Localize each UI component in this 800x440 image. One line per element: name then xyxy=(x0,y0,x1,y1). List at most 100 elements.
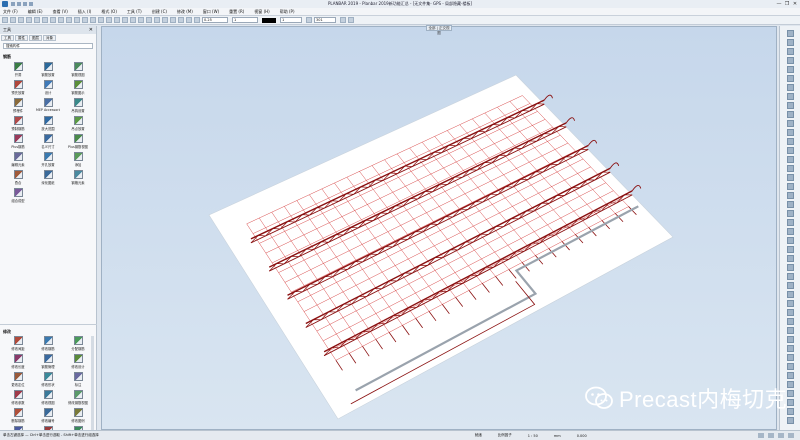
right-tool-icon[interactable] xyxy=(787,138,794,145)
measure-icon[interactable] xyxy=(122,17,128,23)
menu-tools[interactable]: 工具 (T) xyxy=(127,9,142,15)
right-tool-icon[interactable] xyxy=(787,246,794,253)
layer-select[interactable]: 301 xyxy=(314,17,336,23)
menu-insert[interactable]: 插入 (I) xyxy=(78,9,92,15)
palette-tab-layers[interactable]: 图层 xyxy=(29,34,42,41)
right-tool-icon[interactable] xyxy=(787,327,794,334)
right-tool-icon[interactable] xyxy=(787,39,794,46)
right-tool-icon[interactable] xyxy=(787,192,794,199)
menu-modify[interactable]: 修改 (M) xyxy=(177,9,193,15)
rebar-tool[interactable]: 开孔放置 xyxy=(36,152,60,167)
grid-indicator-icon[interactable] xyxy=(778,433,784,438)
pan-icon[interactable] xyxy=(98,17,104,23)
right-tool-icon[interactable] xyxy=(787,399,794,406)
palette-tab-objects[interactable]: 对象 xyxy=(43,34,56,41)
right-tool-icon[interactable] xyxy=(787,273,794,280)
right-tool-icon[interactable] xyxy=(787,120,794,127)
rebar-tool[interactable]: 预埋件 xyxy=(6,98,30,113)
rebar-tool[interactable]: 预制钢筋 xyxy=(6,116,30,131)
right-tool-icon[interactable] xyxy=(787,219,794,226)
track-indicator-icon[interactable] xyxy=(788,433,794,438)
right-tool-icon[interactable] xyxy=(787,165,794,172)
fileset-icon[interactable] xyxy=(82,17,88,23)
settings-icon[interactable] xyxy=(186,17,192,23)
status-scale[interactable]: 1 : 50 xyxy=(528,434,538,438)
rebar-tool[interactable]: MEP Accessories xyxy=(36,98,60,113)
undo-toolbar-icon[interactable] xyxy=(58,17,64,23)
rebar-tool[interactable]: 设计 xyxy=(36,80,60,95)
ortho-indicator-icon[interactable] xyxy=(768,433,774,438)
color-swatch[interactable] xyxy=(262,17,276,23)
maximize-button[interactable]: ❐ xyxy=(784,1,790,7)
modify-tool[interactable]: 标注 xyxy=(66,372,90,387)
modify-tool[interactable]: 修改图例 xyxy=(66,408,90,423)
right-tool-icon[interactable] xyxy=(787,228,794,235)
right-tool-icon[interactable] xyxy=(787,282,794,289)
right-tool-icon[interactable] xyxy=(787,237,794,244)
palette-tab-tools[interactable]: 工具 xyxy=(1,34,14,41)
right-tool-icon[interactable] xyxy=(787,147,794,154)
right-tool-icon[interactable] xyxy=(787,30,794,37)
right-tool-icon[interactable] xyxy=(787,372,794,379)
rebar-tool[interactable]: 钢筋放置 xyxy=(36,62,60,77)
right-tool-icon[interactable] xyxy=(787,390,794,397)
rebar-tool[interactable]: 吊钩设置 xyxy=(66,98,90,113)
menu-help[interactable]: 帮助 (P) xyxy=(280,9,295,15)
properties-icon[interactable] xyxy=(114,17,120,23)
menu-viewport[interactable]: 视窗 (H) xyxy=(254,9,269,15)
rebar-tool[interactable]: 编辑元素 xyxy=(6,152,30,167)
save-toolbar-icon[interactable] xyxy=(18,17,24,23)
right-tool-icon[interactable] xyxy=(787,255,794,262)
modify-tool[interactable]: 修改长度 xyxy=(6,354,30,369)
zoom-icon[interactable] xyxy=(90,17,96,23)
rebar-tool[interactable]: 吊点放置 xyxy=(66,116,90,131)
modify-tool[interactable]: 修改参数 xyxy=(6,390,30,405)
viewport-tab[interactable]: 全部 | 正交视图 xyxy=(426,25,452,35)
right-tool-icon[interactable] xyxy=(787,48,794,55)
status-angle[interactable]: 0.000 xyxy=(577,434,587,438)
right-tool-icon[interactable] xyxy=(787,291,794,298)
right-tool-icon[interactable] xyxy=(787,210,794,217)
right-tool-icon[interactable] xyxy=(787,201,794,208)
format-icon[interactable] xyxy=(340,17,346,23)
right-tool-icon[interactable] xyxy=(787,309,794,316)
status-unit[interactable]: mm xyxy=(554,434,561,438)
modify-tool[interactable]: 删除钢筋 xyxy=(6,408,30,423)
modify-tool[interactable]: 更改定位 xyxy=(6,372,30,387)
modify-tool[interactable]: 修改视图 xyxy=(36,390,60,405)
wizard-icon[interactable] xyxy=(162,17,168,23)
right-tool-icon[interactable] xyxy=(787,129,794,136)
modify-tool[interactable]: 修改设计 xyxy=(66,354,90,369)
right-tool-icon[interactable] xyxy=(787,57,794,64)
minimize-button[interactable]: — xyxy=(776,1,782,7)
snap-indicator-icon[interactable] xyxy=(758,433,764,438)
menu-file[interactable]: 文件 (F) xyxy=(3,9,18,15)
rebar-tool[interactable]: Plus钢筋视图 xyxy=(66,134,90,149)
library-icon[interactable] xyxy=(170,17,176,23)
menu-format[interactable]: 格式 (O) xyxy=(101,9,117,15)
3d-viewport[interactable] xyxy=(101,26,777,430)
layer-icon[interactable] xyxy=(74,17,80,23)
rebar-tool[interactable]: 钢筋视图 xyxy=(66,62,90,77)
copy-icon[interactable] xyxy=(42,17,48,23)
menu-create[interactable]: 创建 (C) xyxy=(152,9,167,15)
palette-scrollbar[interactable] xyxy=(91,336,94,436)
modify-tool[interactable]: 修改形状 xyxy=(36,372,60,387)
snap-icon[interactable] xyxy=(130,17,136,23)
right-tool-icon[interactable] xyxy=(787,417,794,424)
rebar-tool[interactable]: Plus钢筋 xyxy=(6,134,30,149)
ortho-icon[interactable] xyxy=(146,17,152,23)
pen-icon[interactable] xyxy=(194,17,200,23)
right-tool-icon[interactable] xyxy=(787,408,794,415)
right-tool-icon[interactable] xyxy=(787,345,794,352)
right-tool-icon[interactable] xyxy=(787,84,794,91)
palette-search-input[interactable]: 搜索构件 xyxy=(3,43,93,49)
right-tool-icon[interactable] xyxy=(787,381,794,388)
menu-window[interactable]: 窗口 (W) xyxy=(203,9,219,15)
right-tool-icon[interactable] xyxy=(787,75,794,82)
right-tool-icon[interactable] xyxy=(787,93,794,100)
rebar-tool[interactable]: 放大范围 xyxy=(36,116,60,131)
rebar-tool[interactable]: 添加 xyxy=(66,152,90,167)
rebar-tool[interactable]: 开洞 xyxy=(6,62,30,77)
cut-icon[interactable] xyxy=(34,17,40,23)
